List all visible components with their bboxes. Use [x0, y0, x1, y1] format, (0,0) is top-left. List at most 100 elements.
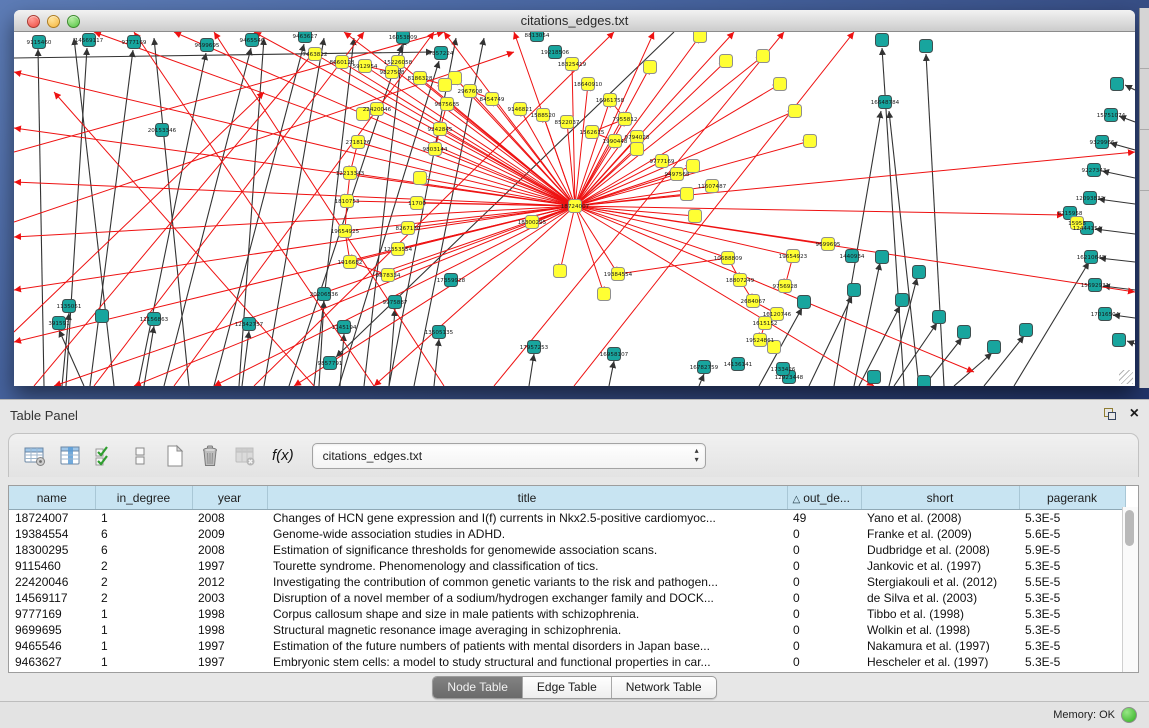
table-cell: Stergiakouli et al. (2012) — [861, 574, 1019, 590]
graph-node[interactable] — [687, 160, 700, 173]
graph-node[interactable] — [848, 284, 861, 297]
table-options-button[interactable] — [21, 442, 49, 470]
graph-node[interactable] — [598, 288, 611, 301]
graph-node[interactable] — [774, 78, 787, 91]
graph-node-label: 19384554 — [604, 272, 633, 278]
graph-node-label: 7463822 — [303, 52, 328, 58]
graph-node[interactable] — [789, 105, 802, 118]
graph-edge — [575, 206, 728, 258]
network-window-titlebar[interactable]: citations_edges.txt — [14, 10, 1135, 32]
graph-edge — [954, 353, 992, 386]
graph-node[interactable] — [554, 265, 567, 278]
table-row[interactable]: 946362711997Embryonic stem cells: a mode… — [9, 654, 1125, 670]
table-row[interactable]: 946554611997Estimation of the future num… — [9, 638, 1125, 654]
graph-node[interactable] — [694, 32, 707, 43]
select-all-columns-button[interactable] — [91, 442, 119, 470]
graph-edge — [854, 263, 880, 386]
graph-node[interactable] — [798, 296, 811, 309]
table-panel-title: Table Panel — [10, 408, 78, 423]
network-view[interactable]: 9115460145691179777169969969594655469463… — [14, 32, 1135, 386]
table-row[interactable]: 2242004622012Investigating the contribut… — [9, 574, 1125, 590]
table-row[interactable]: 969969511998Structural magnetic resonanc… — [9, 622, 1125, 638]
graph-node[interactable] — [918, 376, 931, 387]
memory-status-indicator[interactable] — [1121, 707, 1137, 723]
table-cell: 1 — [95, 622, 192, 638]
graph-node[interactable] — [414, 172, 427, 185]
table-scrollbar[interactable] — [1122, 507, 1138, 672]
graph-node[interactable] — [1113, 334, 1126, 347]
table-scrollbar-thumb[interactable] — [1125, 510, 1134, 546]
table-row[interactable]: 911546021997Tourette syndrome. Phenomeno… — [9, 558, 1125, 574]
graph-node[interactable] — [1111, 78, 1124, 91]
close-panel-icon[interactable]: × — [1130, 407, 1139, 421]
graph-node[interactable] — [689, 210, 702, 223]
graph-edge — [54, 92, 314, 386]
column-header-short[interactable]: short — [861, 486, 1019, 510]
function-builder-button[interactable]: f(x) — [272, 447, 294, 464]
float-panel-icon[interactable] — [1104, 408, 1116, 420]
table-row[interactable]: 1938455462009Genome-wide association stu… — [9, 526, 1125, 542]
graph-node[interactable] — [913, 266, 926, 279]
tab-edge-table[interactable]: Edge Table — [523, 677, 612, 698]
graph-node-label: 19654923 — [779, 254, 808, 260]
delete-columns-button[interactable] — [196, 442, 224, 470]
graph-node-label: 18724007 — [561, 204, 590, 210]
graph-node[interactable] — [958, 326, 971, 339]
graph-node[interactable] — [644, 61, 657, 74]
column-header-out-degree[interactable]: △out_de... — [787, 486, 861, 510]
table-cell: Wolkin et al. (1998) — [861, 622, 1019, 638]
table-row[interactable]: 977716911998Corpus callosum shape and si… — [9, 606, 1125, 622]
column-header-title[interactable]: title — [267, 486, 787, 510]
resize-grip[interactable] — [1119, 370, 1133, 384]
graph-node[interactable] — [720, 55, 733, 68]
tab-network-table[interactable]: Network Table — [612, 677, 716, 698]
graph-node-label: 1440934 — [840, 254, 865, 260]
graph-node-label: 8454749 — [480, 97, 505, 103]
column-header-year[interactable]: year — [192, 486, 267, 510]
graph-node[interactable] — [876, 251, 889, 264]
table-cell: Jankovic et al. (1997) — [861, 558, 1019, 574]
table-cell: Hescheler et al. (1997) — [861, 654, 1019, 670]
table-row[interactable]: 1872400712008Changes of HCN gene express… — [9, 510, 1125, 527]
unselect-all-columns-button[interactable] — [126, 442, 154, 470]
close-window-button[interactable] — [27, 15, 40, 28]
delete-table-button[interactable] — [231, 442, 259, 470]
graph-node[interactable] — [439, 79, 452, 92]
table-cell: 1998 — [192, 606, 267, 622]
show-columns-button[interactable] — [56, 442, 84, 470]
column-header-pagerank[interactable]: pagerank — [1019, 486, 1125, 510]
table-cell: 1 — [95, 510, 192, 527]
table-cell: 22420046 — [9, 574, 95, 590]
graph-node[interactable] — [868, 371, 881, 384]
graph-edge — [1127, 341, 1135, 344]
table-cell: Yano et al. (2008) — [861, 510, 1019, 527]
minimize-window-button[interactable] — [47, 15, 60, 28]
table-cell: 5.3E-5 — [1019, 622, 1125, 638]
graph-node[interactable] — [631, 143, 644, 156]
node-table: name in_degree year title △out_de... sho… — [8, 485, 1139, 673]
graph-node[interactable] — [96, 310, 109, 323]
zoom-window-button[interactable] — [67, 15, 80, 28]
graph-node-label: 9756928 — [773, 284, 798, 290]
graph-node[interactable] — [1020, 324, 1033, 337]
graph-node[interactable] — [896, 294, 909, 307]
graph-node[interactable] — [876, 34, 889, 47]
network-window[interactable]: citations_edges.txt 91154601456911797771… — [14, 10, 1135, 386]
graph-node-label: 9242845 — [428, 127, 453, 133]
graph-node-label: 9803144 — [423, 147, 448, 153]
table-cell: 0 — [787, 654, 861, 670]
graph-node[interactable] — [920, 40, 933, 53]
table-selector-dropdown[interactable]: citations_edges.txt ▴▾ — [312, 443, 706, 469]
graph-node[interactable] — [804, 135, 817, 148]
graph-node[interactable] — [757, 50, 770, 63]
table-row[interactable]: 1830029562008Estimation of significance … — [9, 542, 1125, 558]
column-header-in-degree[interactable]: in_degree — [95, 486, 192, 510]
table-row[interactable]: 1456911722003Disruption of a novel membe… — [9, 590, 1125, 606]
column-header-name[interactable]: name — [9, 486, 95, 510]
tab-node-table[interactable]: Node Table — [433, 677, 523, 698]
create-new-column-button[interactable] — [161, 442, 189, 470]
graph-node[interactable] — [933, 311, 946, 324]
graph-node-label: 16782759 — [690, 365, 719, 371]
graph-node[interactable] — [988, 341, 1001, 354]
graph-node[interactable] — [681, 188, 694, 201]
